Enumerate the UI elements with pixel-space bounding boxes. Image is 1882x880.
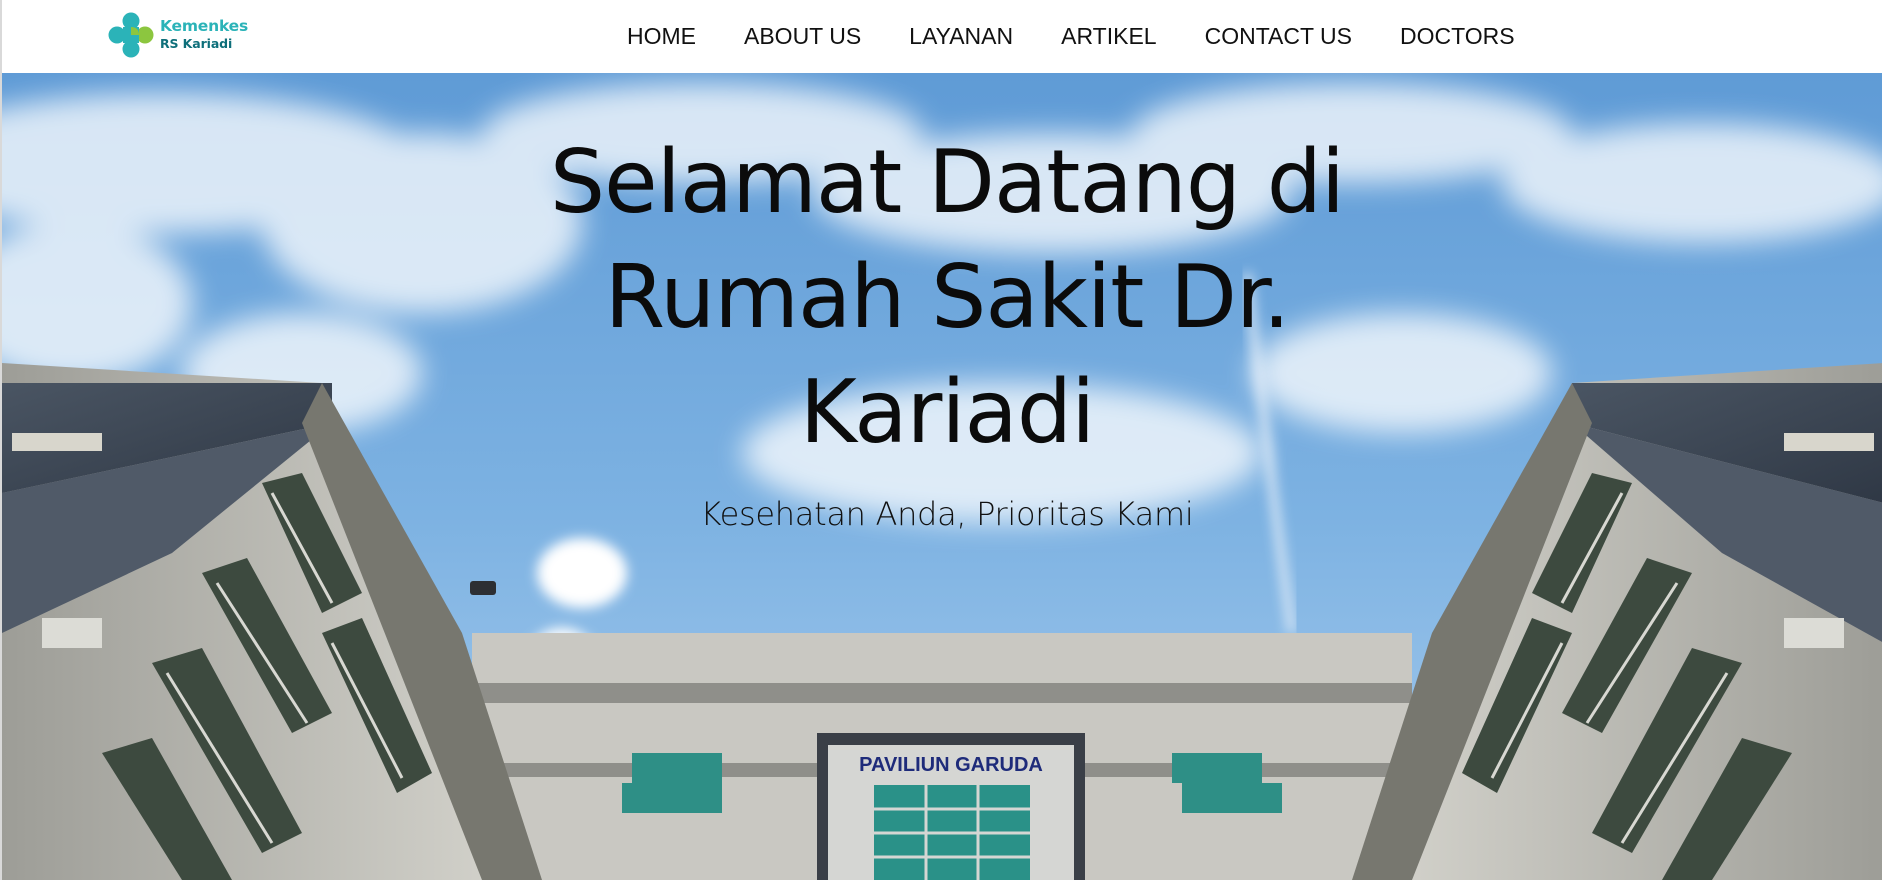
main-nav: HOME ABOUT US LAYANAN ARTIKEL CONTACT US… xyxy=(627,22,1515,52)
hero-title-line-1: Selamat Datang di xyxy=(549,131,1345,233)
hero-title-line-2: Rumah Sakit Dr. xyxy=(604,246,1291,348)
hero-title-line-3: Kariadi xyxy=(799,361,1095,463)
kemenkes-logo-icon xyxy=(108,12,154,58)
nav-contact-us[interactable]: CONTACT US xyxy=(1205,22,1352,52)
hero-subtitle: Kesehatan Anda, Prioritas Kami xyxy=(700,495,1194,533)
hero-section: PAVILIUN GARUDA Selamat Datang di Rumah … xyxy=(0,73,1882,880)
hero-title: Selamat Datang di Rumah Sakit Dr. Kariad… xyxy=(2,125,1882,470)
nav-artikel[interactable]: ARTIKEL xyxy=(1061,22,1156,52)
nav-doctors[interactable]: DOCTORS xyxy=(1400,22,1515,52)
nav-about-us[interactable]: ABOUT US xyxy=(744,22,861,52)
nav-home[interactable]: HOME xyxy=(627,22,696,52)
building-sign: PAVILIUN GARUDA xyxy=(859,754,1043,776)
nav-layanan[interactable]: LAYANAN xyxy=(909,22,1013,52)
brand-subname: RS Kariadi xyxy=(160,36,233,51)
logo[interactable]: Kemenkes RS Kariadi xyxy=(108,12,258,60)
brand-name: Kemenkes xyxy=(160,17,248,35)
navbar: Kemenkes RS Kariadi HOME ABOUT US LAYANA… xyxy=(0,0,1882,73)
